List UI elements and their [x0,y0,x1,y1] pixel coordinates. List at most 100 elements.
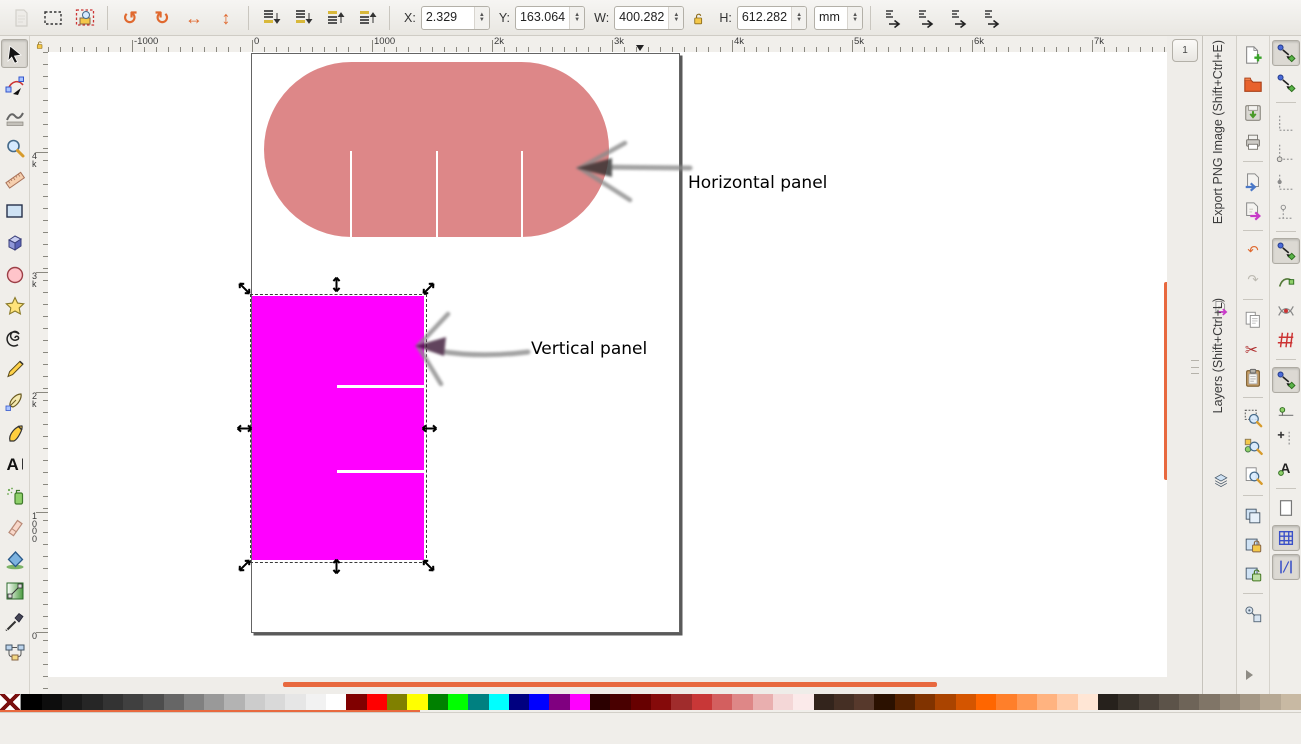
color-swatch[interactable] [1179,694,1200,710]
star-tool[interactable] [1,292,28,321]
color-swatch[interactable] [102,694,123,710]
measure-tool[interactable] [1,165,28,194]
color-swatch[interactable] [569,694,591,710]
zoom-drawing-button[interactable] [1240,434,1267,459]
color-swatch[interactable] [1077,694,1098,710]
lower-to-bottom-button[interactable] [256,4,286,32]
dock-resize-grip[interactable] [1191,360,1199,374]
redo-button[interactable]: ↷ [1240,267,1267,292]
print-button[interactable] [1240,129,1267,154]
scale-handle-left[interactable] [236,420,253,437]
raise-to-top-button[interactable] [352,4,382,32]
snap-bbox-edge-midpoints-button[interactable] [1272,169,1300,195]
eraser-tool[interactable] [1,513,28,542]
color-swatch[interactable] [265,694,286,710]
duplicate-button[interactable] [1240,503,1267,528]
color-swatch[interactable] [874,694,895,710]
color-swatch[interactable] [82,694,103,710]
annotation-vertical-panel[interactable]: Vertical panel [531,339,647,359]
color-swatch[interactable] [346,694,367,710]
transform-pattern-toggle[interactable] [977,4,1007,32]
scale-handle-bottom[interactable] [328,558,345,575]
vertical-ruler[interactable]: 4 k 3 k 2 k 1 0 0 0 0 [30,52,49,694]
color-swatch[interactable] [935,694,956,710]
transform-stroke-toggle[interactable] [878,4,908,32]
color-swatch[interactable] [326,694,347,710]
paste-button[interactable] [1240,365,1267,390]
rotate-ccw-button[interactable]: ↺ [115,4,145,32]
text-tool[interactable] [1,450,28,479]
scale-handle-right[interactable] [421,420,438,437]
color-swatch[interactable] [224,694,245,710]
color-swatch[interactable] [508,694,530,710]
color-swatch[interactable] [285,694,306,710]
color-swatch[interactable] [894,694,916,710]
color-swatch[interactable] [21,694,42,710]
w-spinner[interactable]: ▲ ▼ [668,6,684,29]
color-swatch[interactable] [244,694,266,710]
node-editor-tool[interactable] [1,71,28,100]
save-document-button[interactable] [1240,100,1267,125]
lock-ratio-toggle[interactable] [686,4,710,32]
color-swatch[interactable] [630,694,651,710]
color-swatch[interactable] [468,694,489,710]
flip-horizontal-button[interactable]: ↔ [179,4,209,32]
color-swatch[interactable] [407,694,428,710]
transform-gradient-toggle[interactable] [944,4,974,32]
horizontal-ruler[interactable]: -1000 0 1000 2k 3k 4k 5k 6k 7k [48,36,1167,53]
dropper-tool[interactable] [1,608,28,637]
cms-toggle-button[interactable]: 1 [1172,39,1198,62]
color-swatch[interactable] [691,694,712,710]
deselect-button[interactable] [6,4,36,32]
units-spinner[interactable]: ▲ ▼ [847,6,863,29]
rectangle-tool[interactable] [1,197,28,226]
gradient-tool[interactable] [1,576,28,605]
horizontal-scrollbar-thumb[interactable] [283,682,937,687]
paint-bucket-tool[interactable] [1,545,28,574]
color-swatch[interactable] [1199,694,1220,710]
import-button[interactable] [1240,169,1267,194]
spray-tool[interactable] [1,481,28,510]
color-swatch[interactable] [386,694,408,710]
snap-origin-button[interactable] [1272,426,1300,452]
export-button[interactable] [1240,198,1267,223]
zoom-tool[interactable] [1,134,28,163]
snap-path-intersections-button[interactable] [1272,297,1300,323]
color-swatch[interactable] [61,694,83,710]
snap-cusp-nodes-button[interactable] [1272,327,1300,353]
snap-bbox-centers-button[interactable] [1272,198,1300,224]
color-swatch[interactable] [610,694,631,710]
snap-guides-button[interactable] [1271,554,1300,580]
cut-button[interactable] [1240,336,1267,361]
scale-handle-top[interactable] [328,276,345,293]
snap-grids-button[interactable] [1271,524,1300,551]
color-swatch[interactable] [651,694,672,710]
color-swatch[interactable] [529,694,550,710]
select-all-button[interactable] [38,4,68,32]
color-swatch[interactable] [955,694,976,710]
color-swatch[interactable] [447,694,469,710]
snap-bounding-box-button[interactable] [1272,70,1300,96]
snap-text-baseline-button[interactable] [1272,455,1300,481]
snap-bbox-edges-button[interactable] [1272,110,1300,136]
commands-overflow-arrow[interactable] [1246,670,1253,680]
panel-slot-line[interactable] [521,151,523,237]
color-swatch[interactable] [1016,694,1037,710]
copy-button[interactable] [1240,307,1267,332]
color-swatch[interactable] [122,694,144,710]
lower-button[interactable] [288,4,318,32]
y-spinner[interactable]: ▲ ▼ [569,6,585,29]
y-field[interactable]: 163.064 ▲ ▼ [514,5,586,30]
flip-vertical-button[interactable]: ↕ [211,4,241,32]
color-swatch[interactable] [1240,694,1261,710]
color-swatch[interactable] [427,694,448,710]
color-swatch[interactable] [1219,694,1241,710]
color-swatch[interactable] [813,694,834,710]
select-all-layers-button[interactable] [70,4,100,32]
bezier-pen-tool[interactable] [1,387,28,416]
snap-paths-button[interactable] [1272,268,1300,294]
color-swatch[interactable] [1097,694,1119,710]
ruler-corner[interactable] [30,36,49,53]
raise-button[interactable] [320,4,350,32]
color-swatch[interactable] [752,694,773,710]
